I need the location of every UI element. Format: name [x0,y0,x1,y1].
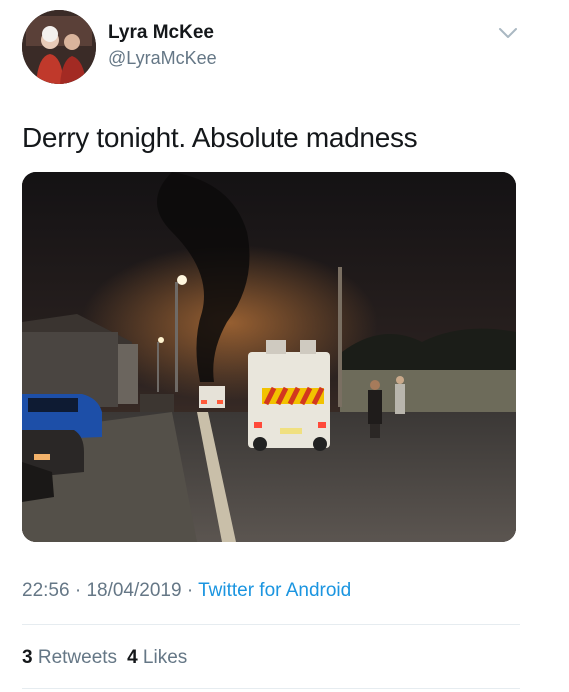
tweet-stats: 3 Retweets 4 Likes [22,647,187,669]
avatar-image [22,10,96,84]
author-name[interactable]: Lyra McKee [108,22,214,44]
retweets-stat[interactable]: 3 Retweets [22,647,117,668]
tweet-source-link[interactable]: Twitter for Android [198,580,351,601]
likes-stat[interactable]: 4 Likes [127,647,187,668]
tweet-date[interactable]: 18/04/2019 [86,580,181,601]
chevron-down-icon[interactable] [498,26,518,40]
author-handle[interactable]: @LyraMcKee [108,48,217,69]
meta-separator: · [186,580,194,601]
tweet-meta: 22:56 · 18/04/2019 · Twitter for Android [22,580,351,602]
tweet-text: Derry tonight. Absolute madness [22,122,418,153]
tweet-card: Lyra McKee @LyraMcKee Derry tonight. Abs… [0,0,569,692]
retweets-label: Retweets [37,647,118,668]
meta-separator: · [74,580,82,601]
tweet-time[interactable]: 22:56 [22,580,70,601]
street-night-photo [22,172,516,542]
divider [22,688,520,689]
likes-label: Likes [142,647,188,668]
likes-count: 4 [127,647,138,668]
tweet-photo[interactable] [22,172,516,542]
avatar[interactable] [22,10,96,84]
divider [22,624,520,625]
retweets-count: 3 [22,647,33,668]
